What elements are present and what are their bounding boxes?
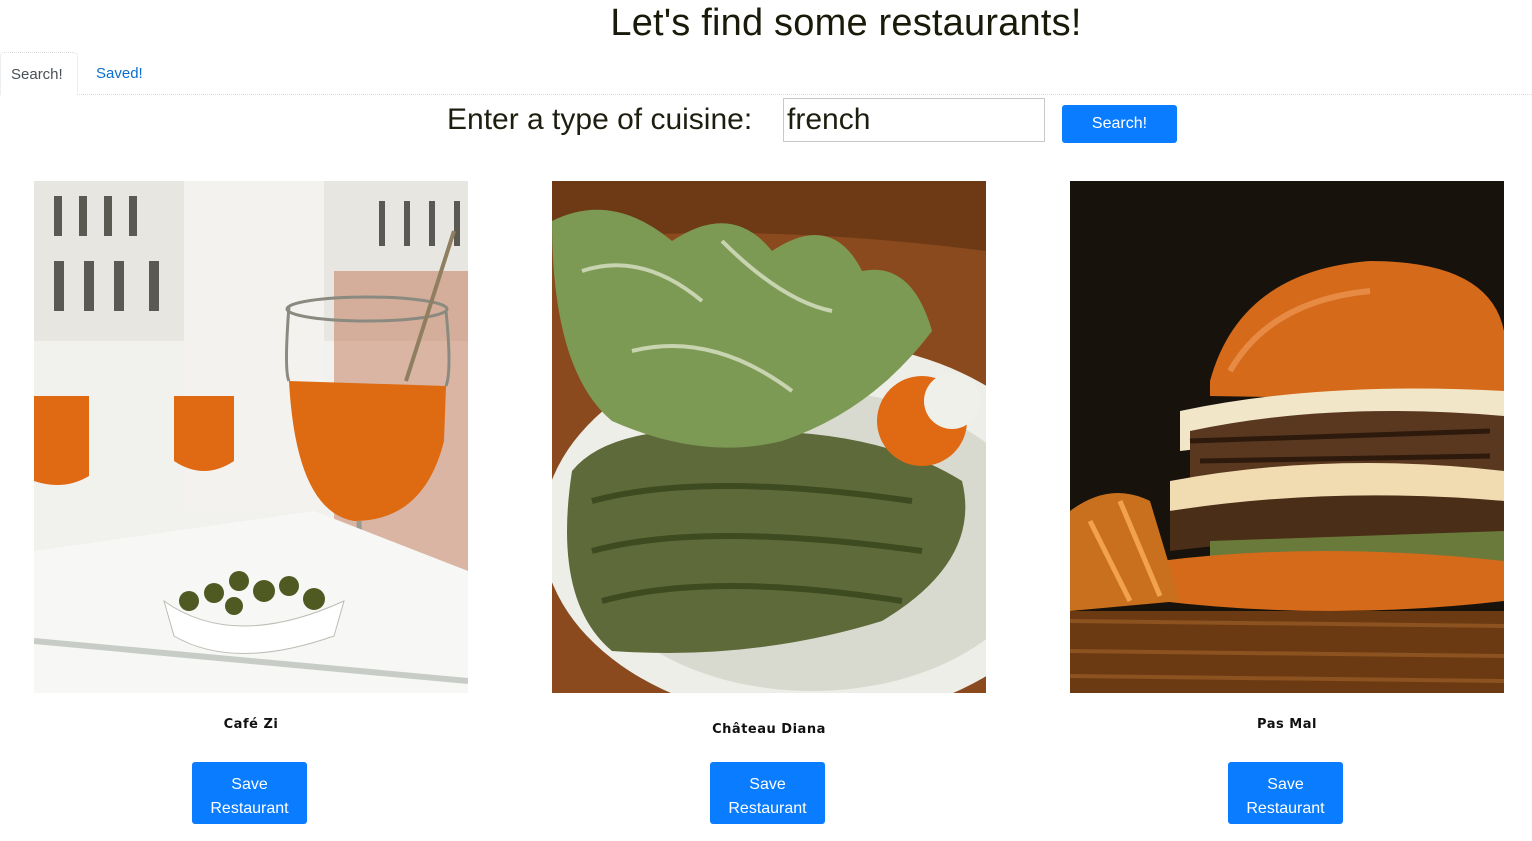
restaurant-name: Pas Mal [1257,717,1317,732]
cuisine-label: Enter a type of cuisine: [447,103,753,136]
restaurant-card: Château Diana Save Restaurant [552,181,986,824]
restaurant-name: Café Zi [223,717,279,732]
restaurant-name: Château Diana [712,722,826,737]
page-title: Let's find some restaurants! [610,2,1082,44]
tab-saved[interactable]: Saved! [86,52,153,95]
restaurant-card: Pas Mal Save Restaurant [1070,181,1504,824]
search-form: Enter a type of cuisine: Search! [0,97,1532,145]
save-restaurant-button[interactable]: Save Restaurant [710,762,825,824]
restaurant-card: Café Zi Save Restaurant [34,181,468,824]
tab-search[interactable]: Search! [0,52,78,96]
restaurant-image [1070,181,1504,693]
save-restaurant-button[interactable]: Save Restaurant [1228,762,1343,824]
tab-bar: Search! Saved! [0,52,1532,96]
save-restaurant-button[interactable]: Save Restaurant [192,762,307,824]
restaurant-image [552,181,986,693]
restaurant-image [34,181,468,693]
cuisine-input[interactable] [783,98,1045,142]
search-button[interactable]: Search! [1062,105,1177,143]
